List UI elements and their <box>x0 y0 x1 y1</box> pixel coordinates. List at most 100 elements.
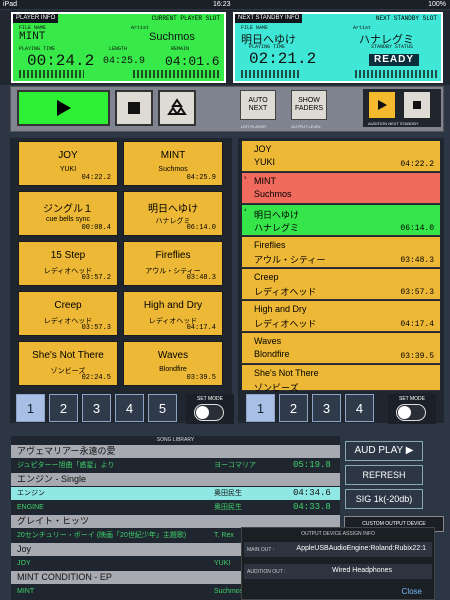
cart-tile[interactable]: Waves Blondfire 03:39.5 <box>123 341 223 386</box>
playlist-item[interactable]: Creep レディオヘッド 03:57.3 <box>242 269 440 300</box>
cart-tile[interactable]: ジングル１ cue bells sync 00:08.4 <box>18 191 118 236</box>
list-page-4[interactable]: 4 <box>345 394 374 422</box>
recycle-icon <box>167 98 187 115</box>
library-row-title: MINT CONDITION - EP <box>17 572 112 582</box>
cart-tile[interactable]: JOY YUKI 04:22.2 <box>18 141 118 186</box>
top-info-panel: PLAYER INFO CURRENT PLAYER SLOT FILE NAME… <box>0 10 450 85</box>
standby-status-label: STANDBY STATUS <box>371 44 414 50</box>
cart-page-selector: 1 2 3 4 5 SET MODE <box>14 394 236 424</box>
current-remain: 04:01.6 <box>165 54 220 69</box>
library-row-artist: ヨーコマリア <box>214 462 256 469</box>
cart-tile[interactable]: High and Dry レディオヘッド 04:17.4 <box>123 291 223 336</box>
show-faders-button[interactable]: SHOW FADERS <box>291 90 327 120</box>
cart-tile[interactable]: MINT Suchmos 04:25.9 <box>123 141 223 186</box>
library-row-title: MINT <box>17 588 35 595</box>
transport-bar: AUTO NEXT LIST PLAYER SHOW FADERS OUTPUT… <box>10 86 444 132</box>
recycle-button[interactable] <box>158 90 196 126</box>
library-row-title: ジュピターー旭曲「惑星」より <box>17 462 115 469</box>
aud-play-button[interactable]: AUD PLAY ▶ <box>345 441 423 461</box>
set-mode-toggle[interactable] <box>194 404 224 421</box>
library-row-artist: T. Rex <box>214 532 234 539</box>
refresh-button[interactable]: REFRESH <box>345 465 423 485</box>
play-icon <box>56 100 71 116</box>
list-page-3[interactable]: 3 <box>312 394 341 422</box>
song-library-header: SONG LIBRARY <box>156 437 195 443</box>
main-out-row: MAIN OUT : AppleUSBAudioEngine:Roland:Ru… <box>244 542 432 557</box>
battery-label: 100% <box>428 1 446 8</box>
cart-tile[interactable]: 15 Step レディオヘッド 03:57.2 <box>18 241 118 286</box>
main-out-value: AppleUSBAudioEngine:Roland:Rubix22:1 <box>296 545 426 552</box>
set-mode-right: SET MODE <box>388 394 436 424</box>
library-row-artist: 奥田民生 <box>214 504 242 511</box>
level-meter-right <box>133 70 221 78</box>
next-meter-left <box>241 70 301 78</box>
audition-out-row: AUDITION OUT : Wired Headphones <box>244 564 432 579</box>
cart-tile[interactable]: She's Not There ゾンビーズ 02:24.5 <box>18 341 118 386</box>
library-row-title: グレイト・ヒッツ <box>17 516 90 526</box>
set-mode-label: SET MODE <box>398 396 426 402</box>
popover-header: OUTPUT DEVICE ASSIGN INFO <box>301 531 375 537</box>
status-bar: iPad 16:23 100% <box>0 0 450 9</box>
cart-tile[interactable]: 明日へゆけ ハナレグミ 06:14.0 <box>123 191 223 236</box>
next-meter-right <box>355 70 437 78</box>
current-length: 04:25.9 <box>103 56 146 67</box>
cart-tile[interactable]: Fireflies アウル・シティー 03:48.3 <box>123 241 223 286</box>
playlist-item[interactable]: High and Dry レディオヘッド 04:17.4 <box>242 301 440 332</box>
audition-stop-icon <box>413 101 421 109</box>
signal-button[interactable]: SIG 1k(-20db) <box>345 489 423 509</box>
playlist-panel: JOY YUKI 04:22.2 3 MINT Suchmos 4 明日へゆけ ハナレグミ 0… <box>238 138 444 423</box>
playlist-item[interactable]: Waves Blondfire 03:39.5 <box>242 333 440 364</box>
close-button[interactable]: Close <box>402 587 422 596</box>
ready-badge: READY <box>369 54 419 66</box>
set-mode-left: SET MODE <box>186 394 234 424</box>
page-button-3[interactable]: 3 <box>82 394 111 422</box>
set-mode-toggle[interactable] <box>396 404 426 421</box>
device-label: iPad <box>3 1 18 8</box>
current-artist: Suchmos <box>149 31 195 43</box>
library-row-title: アヴェマリアー永遠の愛 <box>17 446 116 456</box>
stop-button[interactable] <box>115 90 153 126</box>
play-button[interactable] <box>17 90 110 126</box>
player-info-tag: PLAYER INFO <box>13 14 59 23</box>
library-song-row[interactable]: エンジン 奥田民生 04:34.6 <box>11 487 340 500</box>
next-slot-title: NEXT STANDBY SLOT <box>375 15 437 22</box>
stop-icon <box>128 102 140 114</box>
level-meter-left <box>19 70 84 78</box>
library-group-row[interactable]: エンジン - Single <box>11 473 340 486</box>
next-standby-tag: NEXT STANDBY INFO <box>235 14 303 23</box>
library-group-row[interactable]: アヴェマリアー永遠の愛 <box>11 445 340 458</box>
clock: 16:23 <box>213 1 231 8</box>
next-standby-slot: NEXT STANDBY INFO NEXT STANDBY SLOT FILE … <box>233 12 443 83</box>
list-page-2[interactable]: 2 <box>279 394 308 422</box>
library-song-row[interactable]: ENGINE 奥田民生 04:33.8 <box>11 501 340 514</box>
main-out-label: MAIN OUT : <box>247 547 275 553</box>
artist-label: Artist <box>131 25 150 31</box>
audition-stop-button[interactable] <box>403 91 431 119</box>
playlist-item-playing[interactable]: 3 MINT Suchmos <box>242 173 440 204</box>
list-player-label: LIST PLAYER <box>241 124 266 129</box>
list-page-1[interactable]: 1 <box>246 394 275 422</box>
playlist-item[interactable]: Fireflies アウル・シティー 03:48.3 <box>242 237 440 268</box>
audition-label: AUDITION NEXT STANDBY <box>368 121 419 126</box>
cart-tile[interactable]: Creep レディオヘッド 03:57.3 <box>18 291 118 336</box>
page-button-2[interactable]: 2 <box>49 394 78 422</box>
page-button-4[interactable]: 4 <box>115 394 144 422</box>
page-button-1[interactable]: 1 <box>16 394 45 422</box>
output-level-label: OUTPUT LEVEL <box>291 124 321 129</box>
library-song-row[interactable]: ジュピターー旭曲「惑星」より ヨーコマリア 05:19.8 <box>11 459 340 472</box>
audition-controls: AUDITION NEXT STANDBY <box>363 89 441 127</box>
library-row-duration: 04:33.8 <box>293 502 331 512</box>
playlist-item[interactable]: She's Not There ゾンビーズ <box>242 365 440 393</box>
library-row-duration: 05:19.8 <box>293 460 331 470</box>
current-player-slot: PLAYER INFO CURRENT PLAYER SLOT FILE NAME… <box>11 12 226 83</box>
library-row-artist: 奥田民生 <box>214 490 242 497</box>
library-row-artist: YUKI <box>214 560 231 567</box>
audition-play-button[interactable] <box>368 91 396 119</box>
playlist-item[interactable]: JOY YUKI 04:22.2 <box>242 141 440 172</box>
library-row-title: エンジン <box>17 490 45 497</box>
cart-grid: JOY YUKI 04:22.2 MINT Suchmos 04:25.9 ジングル１ c… <box>10 138 232 423</box>
next-playing-time: 02:21.2 <box>249 50 317 68</box>
playlist-item-standby[interactable]: 4 明日へゆけ ハナレグミ 06:14.0 <box>242 205 440 236</box>
auto-next-button[interactable]: AUTO NEXT <box>240 90 276 120</box>
page-button-5[interactable]: 5 <box>148 394 177 422</box>
